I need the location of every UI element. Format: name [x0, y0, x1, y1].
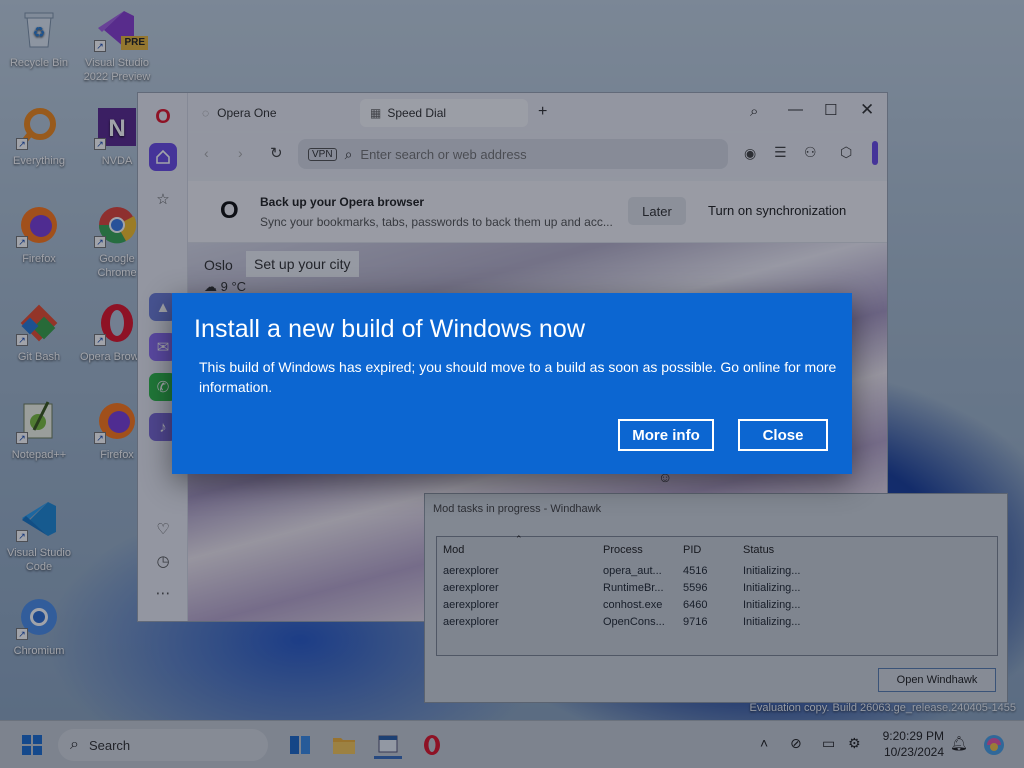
more-info-button[interactable]: More info: [618, 419, 714, 451]
install-build-dialog: Install a new build of Windows now This …: [172, 293, 852, 474]
close-button[interactable]: Close: [738, 419, 828, 451]
dialog-message: This build of Windows has expired; you s…: [199, 359, 837, 395]
dialog-title: Install a new build of Windows now: [194, 315, 586, 343]
